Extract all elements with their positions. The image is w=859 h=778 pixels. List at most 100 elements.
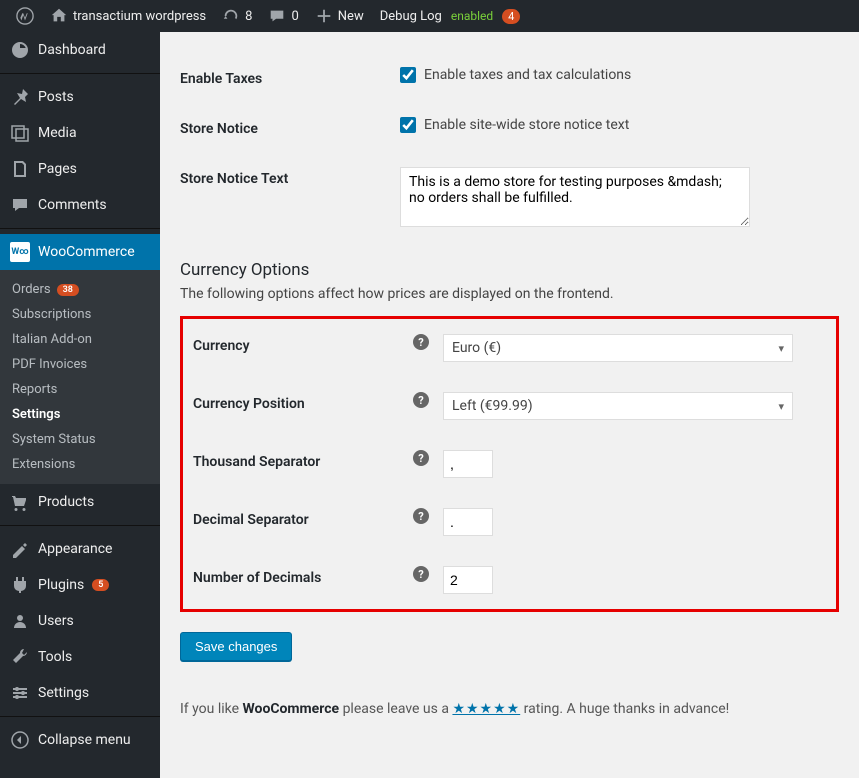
help-icon[interactable]: ? <box>413 450 429 466</box>
rating-stars-link[interactable]: ★★★★★ <box>452 701 520 717</box>
currency-options-heading: Currency Options <box>180 260 839 280</box>
currency-position-select[interactable]: Left (€99.99) <box>443 392 793 420</box>
currency-row: Currency ? Euro (€) <box>193 319 826 377</box>
sidebar-separator <box>0 73 160 74</box>
products-icon <box>10 492 30 512</box>
sidebar-item-appearance[interactable]: Appearance <box>0 531 160 567</box>
sidebar-sub-status[interactable]: System Status <box>0 427 160 452</box>
wordpress-icon <box>16 7 34 25</box>
number-decimals-input[interactable] <box>443 566 493 594</box>
settings-panel: Enable Taxes Enable taxes and tax calcul… <box>160 32 859 778</box>
sidebar-item-label: Collapse menu <box>38 732 131 748</box>
decimal-separator-input[interactable] <box>443 508 493 536</box>
save-changes-button[interactable]: Save changes <box>180 632 292 661</box>
woocommerce-icon: W∞ <box>10 242 30 262</box>
sidebar-item-label: Products <box>38 494 94 510</box>
comments-count: 0 <box>291 9 298 24</box>
sidebar-sub-subscriptions[interactable]: Subscriptions <box>0 302 160 327</box>
sidebar-item-label: Dashboard <box>38 42 106 58</box>
sidebar-item-label: WooCommerce <box>38 244 135 260</box>
currency-label: Currency <box>193 334 413 354</box>
update-icon <box>222 7 240 25</box>
help-icon[interactable]: ? <box>413 566 429 582</box>
tools-icon <box>10 647 30 667</box>
collapse-menu-button[interactable]: Collapse menu <box>0 722 160 758</box>
settings-icon <box>10 683 30 703</box>
store-notice-text-row: Store Notice Text This is a demo store f… <box>180 152 839 242</box>
currency-options-subhead: The following options affect how prices … <box>180 286 839 302</box>
users-icon <box>10 611 30 631</box>
sidebar-item-label: Pages <box>38 161 77 177</box>
sidebar-submenu-woocommerce: Orders 38 Subscriptions Italian Add-on P… <box>0 270 160 484</box>
new-label: New <box>338 9 364 24</box>
sidebar-sub-italian[interactable]: Italian Add-on <box>0 327 160 352</box>
enable-taxes-row: Enable Taxes Enable taxes and tax calcul… <box>180 52 839 102</box>
sidebar-item-woocommerce[interactable]: W∞ WooCommerce <box>0 234 160 270</box>
sidebar-item-posts[interactable]: Posts <box>0 79 160 115</box>
sidebar-item-users[interactable]: Users <box>0 603 160 639</box>
sidebar-item-label: Plugins <box>38 577 84 593</box>
updates-menu[interactable]: 8 <box>214 0 260 32</box>
comment-icon <box>268 7 286 25</box>
help-icon[interactable]: ? <box>413 508 429 524</box>
sidebar-item-products[interactable]: Products <box>0 484 160 520</box>
sidebar-item-plugins[interactable]: Plugins 5 <box>0 567 160 603</box>
new-content-menu[interactable]: New <box>307 0 372 32</box>
sidebar-separator <box>0 525 160 526</box>
debug-count-badge: 4 <box>502 9 520 24</box>
store-notice-desc: Enable site-wide store notice text <box>424 117 629 133</box>
currency-position-label: Currency Position <box>193 392 413 412</box>
media-icon <box>10 123 30 143</box>
enable-taxes-desc: Enable taxes and tax calculations <box>424 67 631 83</box>
number-decimals-row: Number of Decimals ? <box>193 551 826 609</box>
sidebar-sub-pdf[interactable]: PDF Invoices <box>0 352 160 377</box>
sidebar-item-label: Users <box>38 613 74 629</box>
sidebar-item-pages[interactable]: Pages <box>0 151 160 187</box>
currency-position-row: Currency Position ? Left (€99.99) <box>193 377 826 435</box>
footer-rating-note: If you like WooCommerce please leave us … <box>180 701 839 717</box>
sidebar-sub-orders[interactable]: Orders 38 <box>0 277 160 302</box>
sidebar-item-comments[interactable]: Comments <box>0 187 160 223</box>
enable-taxes-checkbox[interactable] <box>400 67 416 83</box>
thousand-separator-row: Thousand Separator ? <box>193 435 826 493</box>
store-notice-textarea[interactable]: This is a demo store for testing purpose… <box>400 167 750 227</box>
currency-select[interactable]: Euro (€) <box>443 334 793 362</box>
wp-logo-menu[interactable] <box>8 0 42 32</box>
comments-menu[interactable]: 0 <box>260 0 306 32</box>
currency-options-highlight-box: Currency ? Euro (€) Currency Position ? … <box>180 316 839 612</box>
help-icon[interactable]: ? <box>413 392 429 408</box>
sidebar-sub-reports[interactable]: Reports <box>0 377 160 402</box>
sidebar-item-settings[interactable]: Settings <box>0 675 160 711</box>
comment-icon <box>10 195 30 215</box>
pages-icon <box>10 159 30 179</box>
site-name-menu[interactable]: transactium wordpress <box>42 0 214 32</box>
sidebar-item-label: Settings <box>38 685 89 701</box>
dashboard-icon <box>10 40 30 60</box>
admin-toolbar: transactium wordpress 8 0 New Debug Log … <box>0 0 859 32</box>
debug-log-menu[interactable]: Debug Log enabled 4 <box>372 0 529 32</box>
enable-taxes-label: Enable Taxes <box>180 67 400 87</box>
sidebar-item-media[interactable]: Media <box>0 115 160 151</box>
store-notice-label: Store Notice <box>180 117 400 137</box>
thousand-separator-input[interactable] <box>443 450 493 478</box>
sidebar-sub-extensions[interactable]: Extensions <box>0 452 160 477</box>
home-icon <box>50 7 68 25</box>
store-notice-checkbox[interactable] <box>400 117 416 133</box>
decimal-separator-row: Decimal Separator ? <box>193 493 826 551</box>
help-icon[interactable]: ? <box>413 334 429 350</box>
appearance-icon <box>10 539 30 559</box>
decimal-separator-label: Decimal Separator <box>193 508 413 528</box>
sidebar-item-dashboard[interactable]: Dashboard <box>0 32 160 68</box>
sidebar-sub-settings[interactable]: Settings <box>0 402 160 427</box>
sidebar-separator <box>0 228 160 229</box>
sidebar-item-tools[interactable]: Tools <box>0 639 160 675</box>
thousand-separator-label: Thousand Separator <box>193 450 413 470</box>
store-notice-row: Store Notice Enable site-wide store noti… <box>180 102 839 152</box>
sidebar-item-label: Tools <box>38 649 72 665</box>
plugins-icon <box>10 575 30 595</box>
admin-sidebar: Dashboard Posts Media Pages Comments W∞ … <box>0 32 160 778</box>
pin-icon <box>10 87 30 107</box>
sidebar-item-label: Comments <box>38 197 107 213</box>
orders-count-badge: 38 <box>57 284 79 296</box>
collapse-icon <box>10 730 30 750</box>
